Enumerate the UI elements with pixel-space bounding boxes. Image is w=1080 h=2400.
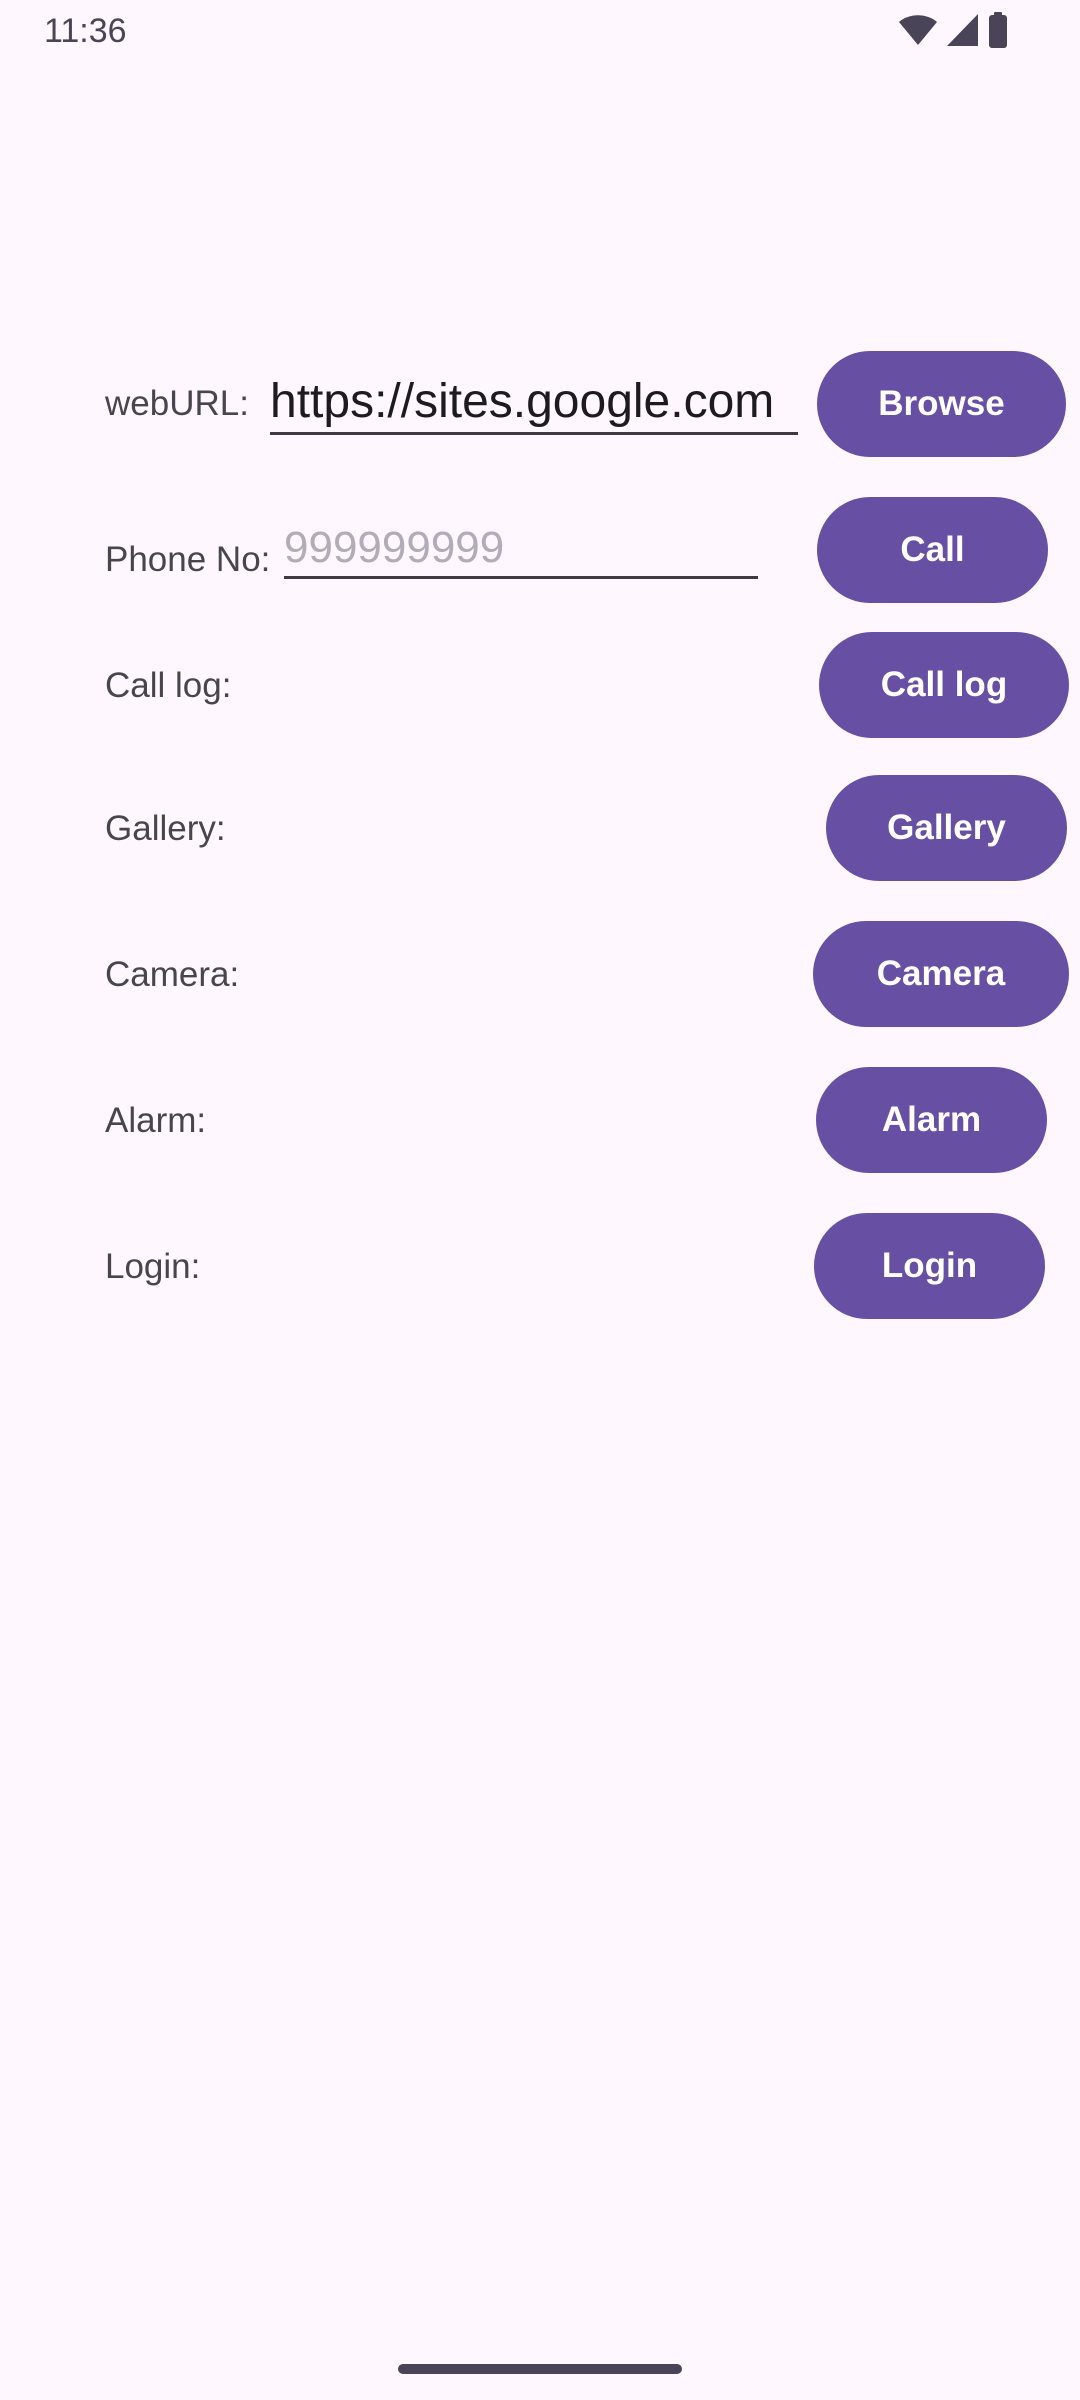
wifi-icon: [899, 15, 937, 45]
phone-number-label: Phone No:: [105, 540, 271, 579]
status-time: 11:36: [44, 12, 127, 50]
call-log-label: Call log:: [105, 666, 232, 705]
phone-number-field[interactable]: [284, 520, 758, 579]
gallery-label: Gallery:: [105, 809, 226, 848]
camera-button[interactable]: Camera: [813, 921, 1069, 1027]
web-url-field[interactable]: [270, 372, 798, 435]
call-button[interactable]: Call: [817, 497, 1048, 603]
home-indicator[interactable]: [398, 2364, 682, 2374]
status-bar: 11:36: [0, 0, 1080, 62]
battery-icon: [989, 12, 1007, 48]
cellular-signal-icon: [947, 14, 978, 46]
alarm-label: Alarm:: [105, 1101, 207, 1140]
call-log-button[interactable]: Call log: [819, 632, 1069, 738]
web-url-label: webURL:: [105, 384, 249, 423]
login-label: Login:: [105, 1247, 201, 1286]
alarm-button[interactable]: Alarm: [816, 1067, 1047, 1173]
phone-number-input[interactable]: [284, 520, 758, 576]
status-icons: [898, 12, 1008, 48]
login-button[interactable]: Login: [814, 1213, 1045, 1319]
gallery-button[interactable]: Gallery: [826, 775, 1067, 881]
browse-button[interactable]: Browse: [817, 351, 1066, 457]
camera-label: Camera:: [105, 955, 240, 994]
web-url-input[interactable]: [270, 372, 798, 432]
